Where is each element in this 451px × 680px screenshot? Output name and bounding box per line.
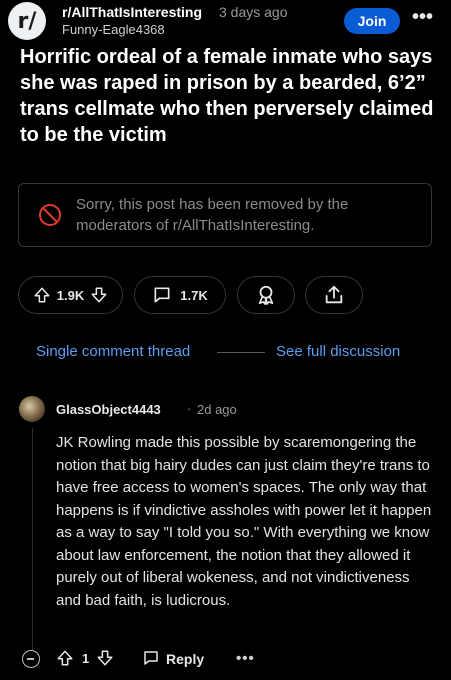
vote-pill: 1.9K bbox=[18, 276, 123, 314]
join-button[interactable]: Join bbox=[344, 8, 400, 34]
award-button[interactable] bbox=[237, 276, 295, 314]
single-comment-thread-link[interactable]: Single comment thread bbox=[36, 343, 190, 360]
comments-button[interactable]: 1.7K bbox=[134, 276, 226, 314]
subreddit-name[interactable]: r/AllThatIsInteresting bbox=[62, 4, 202, 20]
subreddit-icon[interactable]: r/ bbox=[8, 2, 46, 40]
reply-icon[interactable] bbox=[142, 649, 160, 667]
comment-body: JK Rowling made this possible by scaremo… bbox=[56, 434, 432, 609]
comment-count: 1.7K bbox=[180, 287, 208, 303]
post-author[interactable]: Funny-Eagle4368 bbox=[62, 22, 165, 37]
share-icon bbox=[325, 285, 343, 304]
comment-age: 2d ago bbox=[197, 402, 237, 417]
upvote-count: 1.9K bbox=[56, 287, 85, 303]
comment-more-button[interactable]: ••• bbox=[236, 650, 255, 667]
upvote-icon[interactable] bbox=[33, 286, 51, 304]
comment-author[interactable]: GlassObject4443 bbox=[56, 402, 161, 417]
comment-separator: · bbox=[187, 401, 192, 416]
see-full-discussion-link[interactable]: See full discussion bbox=[276, 343, 400, 360]
subreddit-icon-glyph: r/ bbox=[17, 8, 37, 34]
comment-score: 1 bbox=[82, 651, 90, 666]
thread-nav-divider bbox=[217, 352, 265, 353]
comment-icon bbox=[154, 287, 170, 303]
post-title[interactable]: Horrific ordeal of a female inmate who s… bbox=[20, 44, 440, 148]
removed-notice-text: Sorry, this post has been removed by the… bbox=[76, 196, 349, 234]
downvote-icon[interactable] bbox=[90, 286, 108, 304]
comment-downvote-icon[interactable] bbox=[96, 649, 114, 667]
removed-icon bbox=[39, 204, 61, 226]
post-age: 3 days ago bbox=[219, 4, 288, 20]
comment-upvote-icon[interactable] bbox=[56, 649, 74, 667]
share-button[interactable] bbox=[305, 276, 363, 314]
reply-button[interactable]: Reply bbox=[166, 651, 204, 667]
award-icon bbox=[258, 285, 274, 305]
collapse-icon[interactable] bbox=[22, 650, 40, 668]
comment-thread-line[interactable] bbox=[32, 428, 33, 650]
avatar[interactable] bbox=[19, 396, 45, 422]
post-more-button[interactable]: ••• bbox=[412, 7, 436, 28]
